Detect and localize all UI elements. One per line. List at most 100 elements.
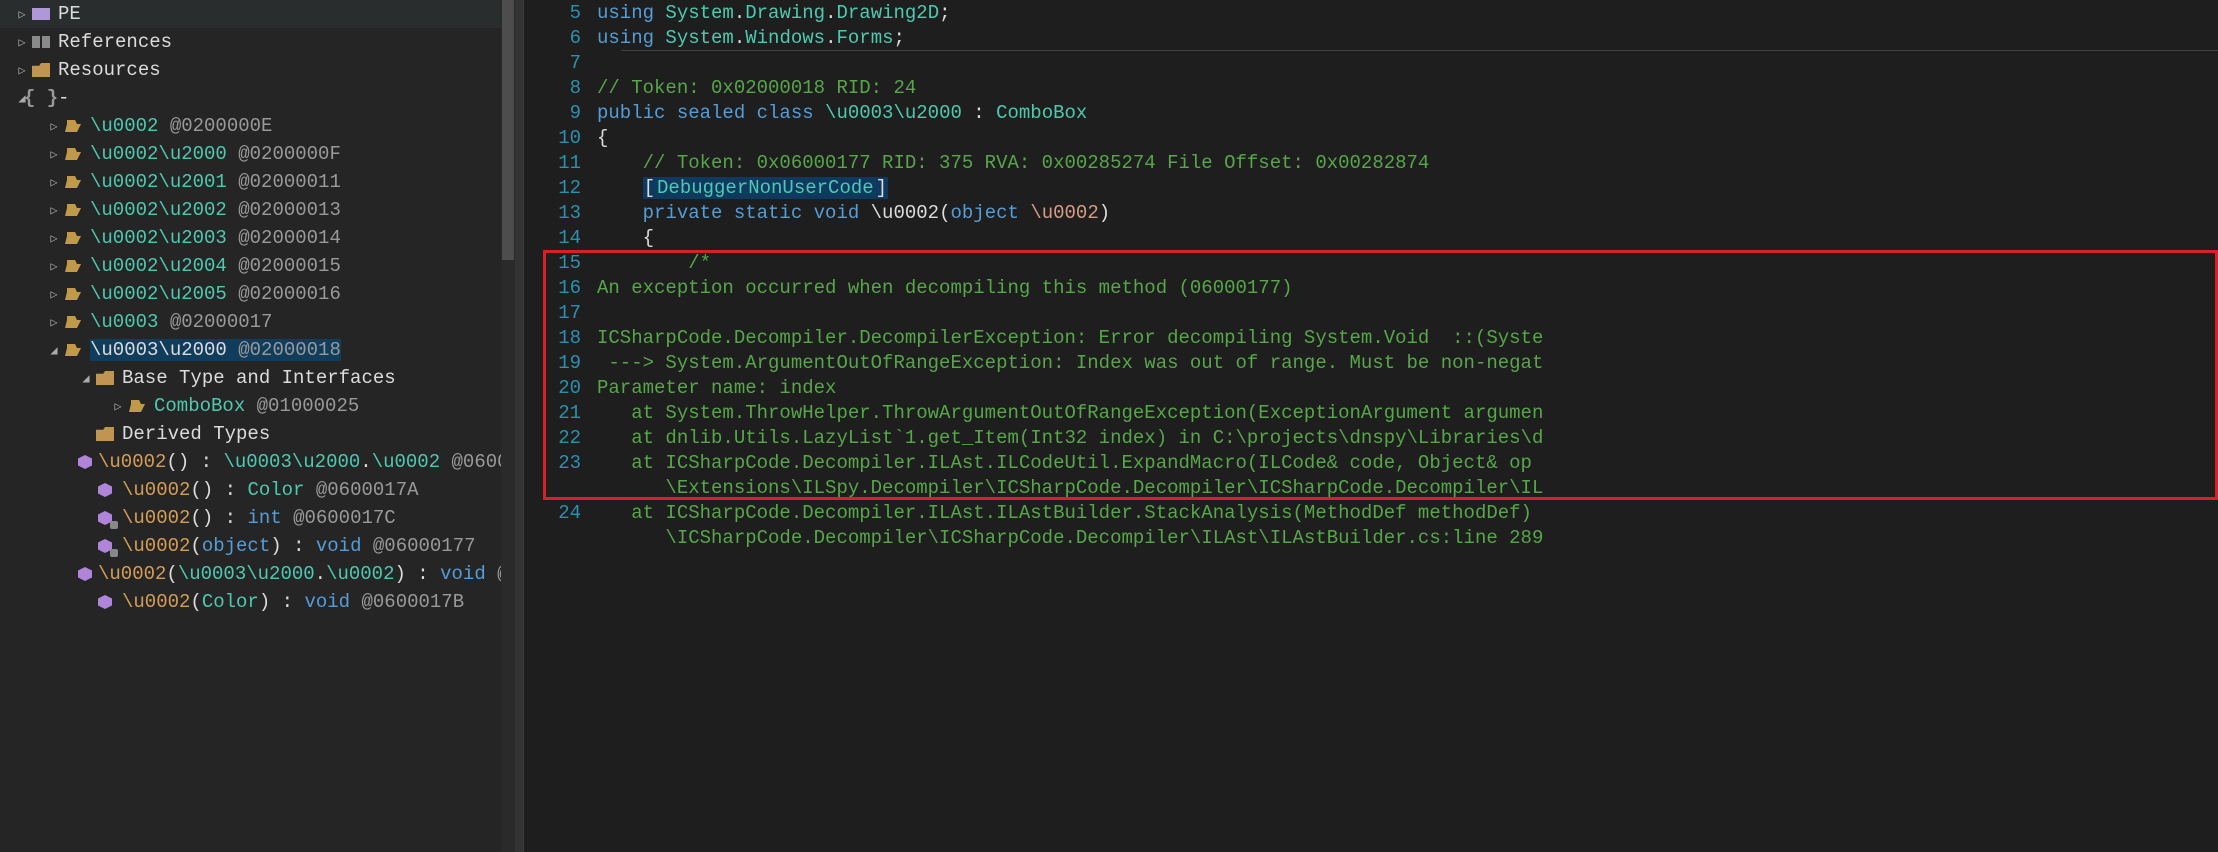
chevron-icon[interactable] (46, 175, 62, 190)
code-line[interactable]: 21 at System.ThrowHelper.ThrowArgumentOu… (537, 400, 2218, 425)
chevron-icon[interactable] (46, 231, 62, 246)
line-number: 5 (537, 2, 597, 24)
panel-splitter[interactable] (515, 0, 523, 852)
tree-node-class[interactable]: \u0003 @02000017 (0, 308, 515, 336)
tree-label: \u0003\u2000 @02000018 (90, 339, 341, 361)
code-line[interactable]: 12 [DebuggerNonUserCode] (537, 175, 2218, 200)
tree-label: \u0002 @0200000E (90, 115, 272, 137)
chevron-icon[interactable] (14, 63, 30, 78)
tree-node-class[interactable]: \u0002 @0200000E (0, 112, 515, 140)
chevron-icon[interactable] (78, 371, 94, 386)
tree-node-class[interactable]: \u0002\u2001 @02000011 (0, 168, 515, 196)
tree-label: References (58, 31, 172, 53)
line-number: 11 (537, 152, 597, 174)
method-icon (94, 593, 116, 611)
tree-node-class[interactable]: \u0002\u2002 @02000013 (0, 196, 515, 224)
code-line[interactable]: 13 private static void \u0002(object \u0… (537, 200, 2218, 225)
code-line[interactable]: 20Parameter name: index (537, 375, 2218, 400)
code-text: ---> System.ArgumentOutOfRangeException:… (597, 352, 1543, 374)
line-number: 6 (537, 27, 597, 49)
line-number: 19 (537, 352, 597, 374)
code-line[interactable]: 14 { (537, 225, 2218, 250)
code-text: using System.Drawing.Drawing2D; (597, 2, 951, 24)
code-line[interactable]: \Extensions\ILSpy.Decompiler\ICSharpCode… (537, 475, 2218, 500)
tree-node-combobox[interactable]: ComboBox @01000025 (0, 392, 515, 420)
tree-label: \u0002() : int @0600017C (122, 507, 396, 529)
chevron-icon[interactable] (14, 35, 30, 50)
tree-node-method[interactable]: \u0002(\u0003\u2000.\u0002) : void @0 (0, 560, 515, 588)
tree-node-method[interactable]: \u0002(object) : void @06000177 (0, 532, 515, 560)
tree-node-namespace[interactable]: { } - (0, 84, 515, 112)
tree-label: Resources (58, 59, 161, 81)
chevron-icon[interactable] (46, 203, 62, 218)
class-icon (62, 341, 84, 359)
code-line[interactable]: 9public sealed class \u0003\u2000 : Comb… (537, 100, 2218, 125)
code-line[interactable]: \ICSharpCode.Decompiler\ICSharpCode.Deco… (537, 525, 2218, 550)
method-icon (94, 537, 116, 555)
tree-node-class[interactable]: \u0002\u2000 @0200000F (0, 140, 515, 168)
tree-label: \u0003 @02000017 (90, 311, 272, 333)
code-text: at dnlib.Utils.LazyList`1.get_Item(Int32… (597, 427, 1543, 449)
tree-node-class[interactable]: \u0002\u2004 @02000015 (0, 252, 515, 280)
tree-label: \u0002\u2004 @02000015 (90, 255, 341, 277)
tree-node-derived-types[interactable]: Derived Types (0, 420, 515, 448)
code-line[interactable]: 15 /* (537, 250, 2218, 275)
chevron-icon[interactable] (14, 7, 30, 22)
tree-node-resources[interactable]: Resources (0, 56, 515, 84)
class-icon (62, 145, 84, 163)
code-line[interactable]: 8// Token: 0x02000018 RID: 24 (537, 75, 2218, 100)
tree-label: Base Type and Interfaces (122, 367, 396, 389)
scrollbar[interactable] (501, 0, 515, 852)
method-icon (78, 453, 92, 471)
tree-node-class[interactable]: \u0002\u2005 @02000016 (0, 280, 515, 308)
chevron-icon[interactable] (46, 259, 62, 274)
line-number: 17 (537, 302, 597, 324)
chevron-icon[interactable] (46, 287, 62, 302)
code-line[interactable]: 7 (537, 50, 2218, 75)
chevron-icon[interactable] (46, 147, 62, 162)
tree-node-method[interactable]: \u0002() : Color @0600017A (0, 476, 515, 504)
tree-node-method[interactable]: \u0002() : int @0600017C (0, 504, 515, 532)
code-text: [DebuggerNonUserCode] (597, 177, 888, 199)
tree-label: PE (58, 3, 81, 25)
code-line[interactable]: 11 // Token: 0x06000177 RID: 375 RVA: 0x… (537, 150, 2218, 175)
chevron-icon[interactable] (46, 315, 62, 330)
tree-label: \u0002() : Color @0600017A (122, 479, 419, 501)
code-line[interactable]: 22 at dnlib.Utils.LazyList`1.get_Item(In… (537, 425, 2218, 450)
tree-label: Derived Types (122, 423, 270, 445)
code-text: \Extensions\ILSpy.Decompiler\ICSharpCode… (597, 477, 1543, 499)
tree-node-method[interactable]: \u0002(Color) : void @0600017B (0, 588, 515, 616)
tree-node-class-selected[interactable]: \u0003\u2000 @02000018 (0, 336, 515, 364)
code-line[interactable]: 5using System.Drawing.Drawing2D; (537, 0, 2218, 25)
line-number: 22 (537, 427, 597, 449)
class-icon (62, 285, 84, 303)
tree-node-pe[interactable]: PE (0, 0, 515, 28)
tree-scroll[interactable]: PE References Resources { } - \u0002 @02… (0, 0, 515, 852)
method-icon (78, 565, 92, 583)
tree-label: \u0002(\u0003\u2000.\u0002) : void @0 (98, 563, 515, 585)
tree-node-references[interactable]: References (0, 28, 515, 56)
code-line[interactable]: 10{ (537, 125, 2218, 150)
code-line[interactable]: 18ICSharpCode.Decompiler.DecompilerExcep… (537, 325, 2218, 350)
assembly-explorer[interactable]: PE References Resources { } - \u0002 @02… (0, 0, 515, 852)
code-line[interactable]: 24 at ICSharpCode.Decompiler.ILAst.ILAst… (537, 500, 2218, 525)
code-line[interactable]: 17 (537, 300, 2218, 325)
tree-label: - (58, 87, 69, 109)
code-editor[interactable]: 3using System.Diagnostics;4using System.… (537, 0, 2218, 852)
chevron-icon[interactable] (110, 399, 126, 414)
code-line[interactable]: 6using System.Windows.Forms; (537, 25, 2218, 50)
code-line[interactable]: 16An exception occurred when decompiling… (537, 275, 2218, 300)
line-number: 16 (537, 277, 597, 299)
tree-node-method[interactable]: \u0002() : \u0003\u2000.\u0002 @06000 (0, 448, 515, 476)
line-number: 7 (537, 52, 597, 74)
code-text: An exception occurred when decompiling t… (597, 277, 1293, 299)
code-line[interactable]: 23 at ICSharpCode.Decompiler.ILAst.ILCod… (537, 450, 2218, 475)
code-line[interactable]: 19 ---> System.ArgumentOutOfRangeExcepti… (537, 350, 2218, 375)
chevron-icon[interactable] (46, 119, 62, 134)
tree-node-class[interactable]: \u0002\u2003 @02000014 (0, 224, 515, 252)
chevron-icon[interactable] (46, 343, 62, 358)
folder-icon (94, 425, 116, 443)
code-text: \ICSharpCode.Decompiler\ICSharpCode.Deco… (597, 527, 1543, 549)
tree-node-base-types[interactable]: Base Type and Interfaces (0, 364, 515, 392)
scrollbar-thumb[interactable] (502, 0, 514, 260)
